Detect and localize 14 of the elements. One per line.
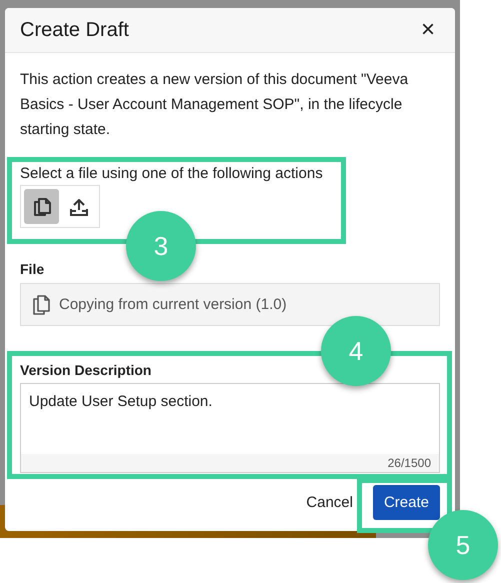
close-button[interactable]: × <box>420 18 435 42</box>
cancel-button[interactable]: Cancel <box>306 494 353 511</box>
version-description-label: Version Description <box>20 362 152 378</box>
step-number-badge: 5 <box>428 510 498 580</box>
copy-file-button[interactable] <box>24 189 59 224</box>
version-description-field[interactable]: Update User Setup section. 26/1500 <box>20 383 440 473</box>
copy-icon <box>31 294 51 316</box>
dialog-message: This action creates a new version of this document "Veeva Basics - User Account Management SOP", in the lifecycle starting state. <box>20 70 410 140</box>
dialog-title: Create Draft <box>20 18 129 42</box>
create-button[interactable]: Create <box>372 485 440 520</box>
file-actions-label: Select a file using one of the following actions <box>20 165 324 182</box>
character-counter: 26/1500 <box>388 456 431 470</box>
file-label: File <box>20 261 46 277</box>
file-source-text: Copying from current version (1.0) <box>59 296 287 313</box>
